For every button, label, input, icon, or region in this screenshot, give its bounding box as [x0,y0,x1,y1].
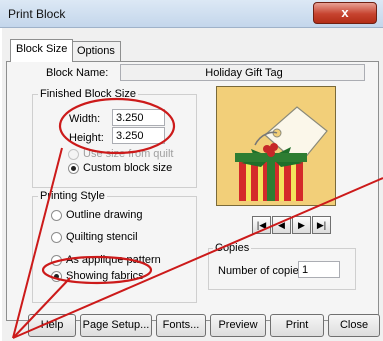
print-block-dialog: Print Block x Block Size Options Block N… [0,0,383,341]
block-preview [216,86,336,206]
height-value: 3.250 [116,130,144,142]
copies-legend: Copies [213,242,252,254]
quilting-stencil-label: Quilting stencil [66,231,138,243]
print-label: Print [285,319,309,331]
number-of-copies-input[interactable]: 1 [298,261,340,278]
close-label: Close [339,319,369,331]
help-button[interactable]: Help [28,314,76,337]
preview-label: Preview [218,319,258,331]
tab-label: Block Size [16,43,68,55]
fonts-button[interactable]: Fonts... [156,314,206,337]
copies-value: 1 [302,264,309,276]
quilting-stencil-radio[interactable] [51,232,62,243]
page-setup-button[interactable]: Page Setup... [80,314,152,337]
preview-navigation: |◀ ◀ ▶ ▶| [252,216,332,234]
showing-fabrics-radio[interactable] [51,271,62,282]
first-icon[interactable]: |◀ [252,216,271,234]
help-label: Help [40,319,64,331]
applique-pattern-label: As applique pattern [66,254,161,266]
outline-drawing-radio[interactable] [51,210,62,221]
printing-style-legend: Printing Style [38,190,107,202]
block-name-label: Block Name: [46,67,109,79]
block-name-field: Holiday Gift Tag [120,64,365,81]
number-of-copies-label: Number of copies: [218,265,308,277]
use-size-from-quilt-label: Use size from quilt [83,148,174,160]
last-icon[interactable]: ▶| [312,216,331,234]
print-button[interactable]: Print [270,314,324,337]
tab-label: Options [77,45,115,57]
close-button[interactable]: Close [328,314,380,337]
title-bar: Print Block x [0,0,383,28]
tab-options[interactable]: Options [71,41,121,62]
width-input[interactable]: 3.250 [112,109,165,126]
window-title: Print Block [8,7,66,21]
preview-button[interactable]: Preview [210,314,266,337]
height-label: Height: [69,132,104,144]
close-icon: x [341,5,349,20]
use-size-from-quilt-radio [68,149,79,160]
tab-block-size[interactable]: Block Size [10,39,74,62]
window-close-button[interactable]: x [313,2,377,24]
finished-block-size-legend: Finished Block Size [38,88,138,100]
gift-tag-image [217,87,335,205]
custom-block-size-label: Custom block size [83,162,173,174]
page-setup-label: Page Setup... [82,319,150,331]
width-value: 3.250 [116,112,144,124]
width-label: Width: [69,113,101,125]
showing-fabrics-label: Showing fabrics [66,270,144,282]
fonts-label: Fonts... [162,319,200,331]
height-input[interactable]: 3.250 [112,127,165,144]
prev-icon[interactable]: ◀ [272,216,291,234]
outline-drawing-label: Outline drawing [66,209,143,221]
block-name-value: Holiday Gift Tag [205,67,283,79]
custom-block-size-radio[interactable] [68,163,79,174]
applique-pattern-radio[interactable] [51,255,62,266]
next-icon[interactable]: ▶ [292,216,311,234]
